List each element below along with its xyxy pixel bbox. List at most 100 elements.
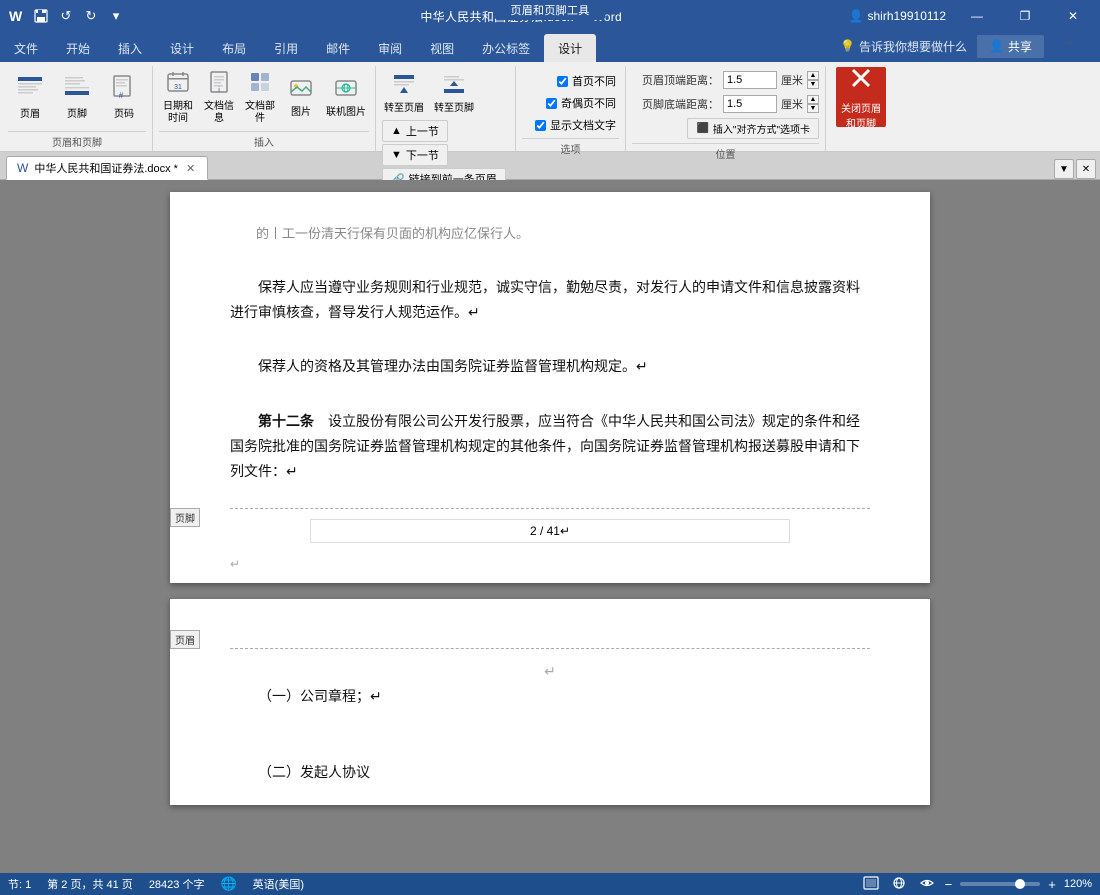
footer-bottom-spinner[interactable]: ▲ ▼ [807,95,819,113]
insert-buttons: 31 日期和时间 i 文档信息 [159,66,369,131]
redo-quick-btn[interactable]: ↻ [80,5,102,27]
picture-btn[interactable]: 图片 [282,70,320,125]
minimize-btn[interactable]: — [954,0,1000,32]
goto-header-btn[interactable]: 转至页眉 [382,68,426,118]
page-num-btn[interactable]: # 页码 [102,67,146,127]
footer-btn[interactable]: 页脚 [55,67,99,127]
word-page-2: 页眉 ↵ （一）公司章程；↵ （二）发起人协议 [170,599,930,805]
page-number: 2 / 41↵ [530,524,570,538]
tab-review[interactable]: 审阅 [364,34,416,62]
status-page: 第 2 页，共 41 页 [47,876,133,892]
goto-footer-label: 转至页脚 [434,103,474,115]
docparts-btn[interactable]: 文档部件 [241,70,279,125]
help-search[interactable]: 💡 告诉我你想要做什么 [832,34,975,59]
online-pic-label: 联机图片 [326,107,366,119]
footer-bottom-label: 页脚底端距离： [642,96,719,112]
print-layout-btn[interactable] [861,874,881,895]
insert-align-btn[interactable]: ⬛ 插入"对齐方式"选项卡 [687,118,819,139]
help-icon: 💡 [840,39,855,53]
odd-even-input[interactable] [546,98,557,109]
username: shirh19910112 [867,9,946,23]
word-icon: W [6,6,26,26]
footer-bottom-input[interactable] [723,95,777,113]
first-diff-check[interactable]: 首页不同 [554,72,619,90]
tab-references[interactable]: 引用 [260,34,312,62]
doc-tabs-right: ▼ ✕ [1054,159,1100,179]
page2-text1: ↵ [230,659,870,684]
footer-bottom-row: 页脚底端距离： 厘米 ▲ ▼ [642,94,819,114]
datetime-icon: 31 [166,70,190,99]
tab-view[interactable]: 视图 [416,34,468,62]
footer-bottom-unit: 厘米 [781,96,803,112]
header-label-tag: 页眉 [170,630,200,649]
close-hf-btn[interactable]: 关闭页眉和页脚 [836,67,886,127]
next-label: 下一节 [406,147,439,163]
docinfo-btn[interactable]: i 文档信息 [200,70,238,125]
doc-tab-main[interactable]: W 中华人民共和国证券法.docx * ✕ [6,156,208,180]
tab-insert[interactable]: 插入 [104,34,156,62]
web-view-btn[interactable] [889,874,909,895]
quick-access-toolbar: ↺ ↻ ▾ [30,5,127,27]
tab-design-hf[interactable]: 设计 [544,34,596,62]
options-checkboxes: 首页不同 奇偶页不同 显示文档文字 [522,66,619,138]
odd-even-check[interactable]: 奇偶页不同 [543,94,619,112]
customize-quick-btn[interactable]: ▾ [105,5,127,27]
svg-text:W: W [9,8,23,24]
goto-footer-btn[interactable]: 转至页脚 [432,68,476,118]
position-controls: 页眉顶端距离： 厘米 ▲ ▼ 页脚底端距离： 厘米 ▲ ▼ ⬛ 插入"对齐方 [632,66,819,143]
nav-buttons: 转至页眉 转至页脚 ▲ 上一节 [382,66,509,194]
read-view-btn[interactable] [917,874,937,895]
page2-sub2: （二）发起人协议 [258,760,870,785]
docparts-icon [248,70,272,99]
status-section: 节: 1 [8,876,31,892]
prev-section-btn[interactable]: ▲ 上一节 [382,120,448,142]
zoom-slider[interactable] [960,882,1040,886]
first-diff-input[interactable] [557,76,568,87]
footer-bottom-down[interactable]: ▼ [807,104,819,113]
show-doc-text-input[interactable] [535,120,546,131]
show-doc-text-check[interactable]: 显示文档文字 [532,116,619,134]
insert-align-label: 插入"对齐方式"选项卡 [713,121,810,136]
header-top-spinner[interactable]: ▲ ▼ [807,71,819,89]
header-btn[interactable]: 页眉 [8,67,52,127]
header-top-input[interactable] [723,71,777,89]
ribbon-group-close: 关闭页眉和页脚 关闭 [826,66,896,151]
page-num-label: 页码 [114,109,134,121]
doc-tab-close-btn[interactable]: ✕ [184,161,197,176]
online-pic-btn[interactable]: 联机图片 [323,70,369,125]
user-area: 👤 shirh19910112 [841,9,954,23]
doc-close-all-btn[interactable]: ✕ [1076,159,1096,179]
title-bar-left: W ↺ ↻ ▾ [0,5,220,27]
zoom-plus-btn[interactable]: + [1048,877,1056,892]
ribbon-content: 页眉 页脚 [0,62,1100,152]
next-section-btn[interactable]: ▼ 下一节 [382,144,448,166]
tab-mailings[interactable]: 邮件 [312,34,364,62]
datetime-label: 日期和时间 [161,101,195,125]
header-top-up[interactable]: ▲ [807,71,819,80]
datetime-btn[interactable]: 31 日期和时间 [159,70,197,125]
document-scroll[interactable]: 的丨工一份清天行保有贝面的机构应亿保行人。 保荐人应当遵守业务规则和行业规范，诚… [0,180,1100,873]
tab-file[interactable]: 文件 [0,34,52,62]
undo-quick-btn[interactable]: ↺ [55,5,77,27]
share-btn[interactable]: 👤 共享 [977,35,1044,58]
close-btn[interactable]: ✕ [1050,0,1096,32]
word-page-1: 的丨工一份清天行保有贝面的机构应亿保行人。 保荐人应当遵守业务规则和行业规范，诚… [170,192,930,583]
tab-office-tab[interactable]: 办公标签 [468,34,544,62]
tab-layout[interactable]: 布局 [208,34,260,62]
footer-bottom-up[interactable]: ▲ [807,95,819,104]
page-marker: ↵ [230,557,240,571]
header-top-down[interactable]: ▼ [807,80,819,89]
page2-header-content[interactable] [310,619,790,642]
zoom-minus-btn[interactable]: − [945,877,953,892]
ribbon-collapse-btn[interactable]: ⌃ [1046,30,1092,62]
tab-design[interactable]: 设计 [156,34,208,62]
save-quick-btn[interactable] [30,5,52,27]
hf-buttons: 页眉 页脚 [8,66,146,131]
insert-group-label: 插入 [159,131,369,151]
tab-home[interactable]: 开始 [52,34,104,62]
doc-nav-down-btn[interactable]: ▼ [1054,159,1074,179]
restore-btn[interactable]: ❐ [1002,0,1048,32]
title-center: 中华人民共和国证券法.docx - Word 页眉和页脚工具 [220,8,841,25]
page1-footer-content[interactable]: 2 / 41↵ [310,519,790,543]
header-label: 页眉 [20,109,40,121]
